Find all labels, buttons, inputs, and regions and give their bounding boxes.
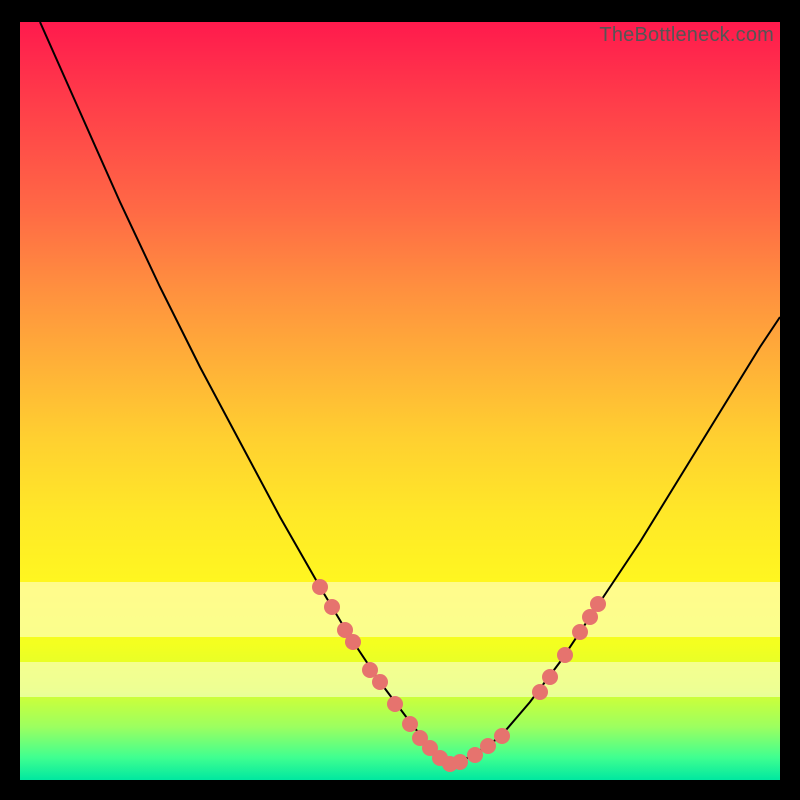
highlight-dot	[532, 684, 548, 700]
chart-plot-area: TheBottleneck.com	[20, 22, 780, 780]
highlight-dot	[572, 624, 588, 640]
highlight-dot	[494, 728, 510, 744]
highlight-dot	[345, 634, 361, 650]
highlight-dot	[557, 647, 573, 663]
highlight-dot	[372, 674, 388, 690]
highlight-dot	[312, 579, 328, 595]
highlight-dot	[480, 738, 496, 754]
highlight-dot	[324, 599, 340, 615]
bottleneck-curve	[40, 22, 780, 764]
chart-svg	[20, 22, 780, 780]
highlight-dot	[402, 716, 418, 732]
highlight-dots-group	[312, 579, 606, 772]
highlight-dot	[467, 747, 483, 763]
highlight-dot	[542, 669, 558, 685]
highlight-dot	[452, 754, 468, 770]
highlight-dot	[387, 696, 403, 712]
highlight-dot	[590, 596, 606, 612]
